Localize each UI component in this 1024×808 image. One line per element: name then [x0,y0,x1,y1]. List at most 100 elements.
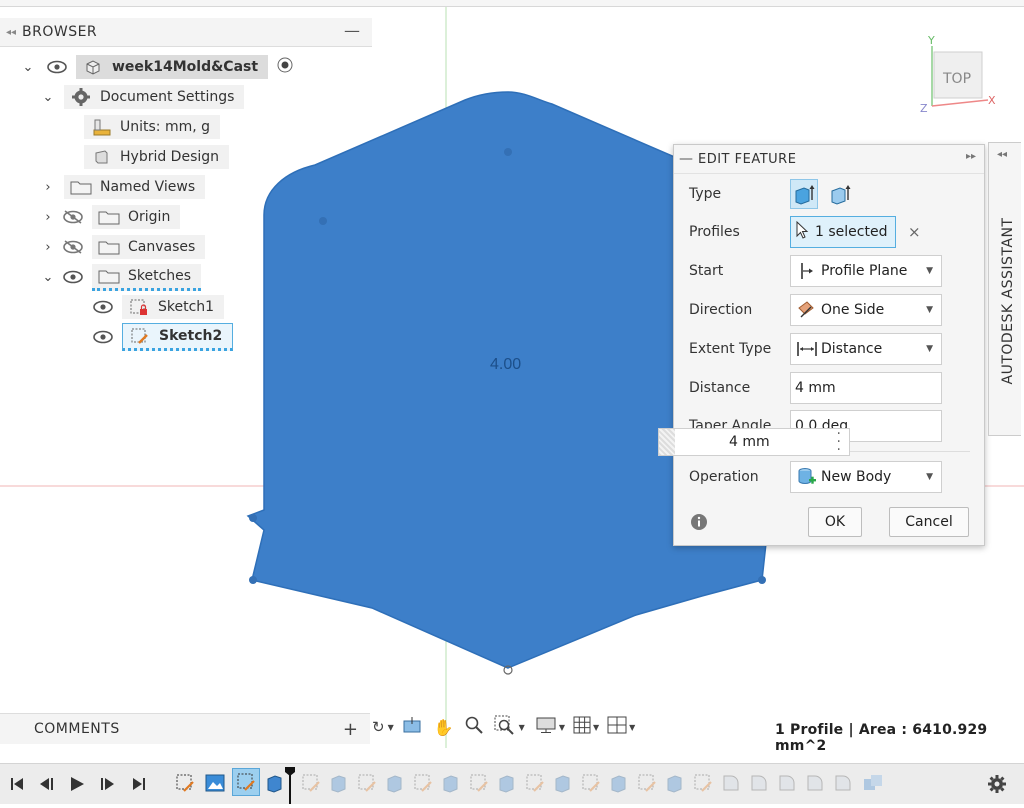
timeline-fillet-icon[interactable] [720,772,742,794]
timeline-sketch-icon[interactable] [580,772,602,794]
chevron-down-icon[interactable]: ⌄ [40,270,56,285]
profile-plane-icon [795,262,819,280]
view-cube[interactable]: TOP Y X Z [918,34,996,120]
timeline-sketch-icon[interactable] [356,772,378,794]
tree-item-sketch1[interactable]: Sketch1 [92,295,225,319]
eye-icon[interactable] [92,298,114,316]
timeline-extrude-icon[interactable] [264,772,286,794]
type-row: Type [674,177,984,211]
step-forward-icon[interactable] [96,772,118,796]
double-chevron-left-icon[interactable]: ◂◂ [997,149,1007,160]
info-icon[interactable] [690,513,708,535]
tree-item-units[interactable]: Units: mm, g [84,115,221,139]
extrude-solid-icon[interactable] [790,179,818,209]
profiles-selection[interactable]: 1 selected [790,216,896,248]
profiles-row: Profiles 1 selected × [674,215,984,249]
timeline-sketch-icon[interactable] [524,772,546,794]
pan-hand-icon[interactable]: ✋ [434,718,454,737]
tree-item-root[interactable]: ⌄ week14Mold&Cast [20,55,294,79]
timeline-canvas-icon[interactable] [204,772,226,794]
viewports-icon[interactable] [607,716,627,738]
tree-item-sketch2[interactable]: Sketch2 [92,323,234,351]
extent-type-select[interactable]: Distance ▼ [790,333,942,365]
eye-hidden-icon[interactable] [62,208,84,226]
chevron-down-icon[interactable]: ▼ [593,723,599,732]
add-comment-icon[interactable]: + [343,719,358,740]
tree-item-hybrid-design[interactable]: Hybrid Design [84,145,230,169]
timeline-sketch-icon[interactable] [412,772,434,794]
grid-icon[interactable] [573,716,591,738]
chevron-down-icon[interactable]: ▼ [629,723,635,732]
chevron-right-icon[interactable]: › [40,240,56,255]
timeline-extrude-icon[interactable] [440,772,462,794]
chevron-down-icon[interactable]: ⌄ [40,90,56,105]
timeline-extrude-icon[interactable] [608,772,630,794]
distance-manipulator-input[interactable]: 4 mm · · · [658,427,850,457]
cancel-button[interactable]: Cancel [889,507,969,537]
timeline-sketch-icon[interactable] [174,772,196,794]
minimize-icon[interactable]: — [674,151,698,167]
chevron-down-icon[interactable]: ▼ [388,723,394,732]
timeline-combine-icon[interactable] [862,772,884,794]
view-cube-top-label[interactable]: TOP [943,71,971,87]
display-settings-icon[interactable] [535,716,557,738]
timeline-fillet-icon[interactable] [804,772,826,794]
skip-to-start-icon[interactable] [6,772,28,796]
timeline-sketch-icon[interactable] [692,772,714,794]
timeline-extrude-icon[interactable] [328,772,350,794]
double-chevron-right-icon[interactable]: ▸▸ [966,151,976,162]
timeline-fillet-icon[interactable] [832,772,854,794]
direction-select[interactable]: One Side ▼ [790,294,942,326]
timeline-sketch-icon[interactable] [468,772,490,794]
chevron-right-icon[interactable]: › [40,180,56,195]
ok-button[interactable]: OK [808,507,862,537]
chevron-right-icon[interactable]: › [40,210,56,225]
chevron-down-icon[interactable]: ▼ [519,723,525,732]
clear-selection-icon[interactable]: × [908,223,921,241]
skip-to-end-icon[interactable] [128,772,150,796]
tree-item-named-views[interactable]: › Named Views [40,175,206,199]
browser-header[interactable]: ◂◂ BROWSER — [0,18,372,47]
double-chevron-left-icon[interactable]: ◂◂ [0,27,22,38]
chevron-down-icon[interactable]: ▼ [559,723,565,732]
tree-item-canvases[interactable]: › Canvases [40,235,206,259]
timeline-extrude-icon[interactable] [552,772,574,794]
timeline-sketch-active-icon[interactable] [232,768,260,796]
orbit-icon[interactable]: ↻ [372,718,385,736]
extrude-thin-icon[interactable] [826,179,854,209]
tree-item-label: Canvases [128,239,196,255]
play-icon[interactable] [66,772,88,796]
zoom-icon[interactable] [464,715,484,739]
chevron-down-icon[interactable]: ⌄ [20,60,36,75]
drag-grip-icon[interactable] [659,429,675,455]
autodesk-assistant-panel[interactable]: ◂◂ AUTODESK ASSISTANT [988,142,1021,436]
radio-active-icon[interactable] [276,56,294,78]
timeline-extrude-icon[interactable] [664,772,686,794]
more-options-icon[interactable]: · · · [837,427,841,457]
start-select[interactable]: Profile Plane ▼ [790,255,942,287]
timeline-sketch-icon[interactable] [300,772,322,794]
comments-panel[interactable]: COMMENTS + [0,713,370,744]
tree-item-origin[interactable]: › Origin [40,205,181,229]
eye-icon[interactable] [62,268,84,286]
tree-item-document-settings[interactable]: ⌄ Document Settings [40,85,245,109]
timeline-extrude-icon[interactable] [384,772,406,794]
distance-input[interactable]: 4 mm [790,372,942,404]
minimize-icon[interactable]: — [344,21,360,40]
step-back-icon[interactable] [36,772,58,796]
tree-item-sketches[interactable]: ⌄ Sketches [40,263,202,291]
timeline-fillet-icon[interactable] [776,772,798,794]
timeline-marker[interactable] [284,766,296,804]
gear-icon[interactable] [986,772,1008,796]
eye-icon[interactable] [92,328,114,346]
eye-hidden-icon[interactable] [62,238,84,256]
timeline-sketch-icon[interactable] [636,772,658,794]
look-at-icon[interactable] [402,716,422,738]
timeline-extrude-icon[interactable] [496,772,518,794]
dialog-header[interactable]: — EDIT FEATURE ▸▸ [674,145,984,174]
gear-icon [70,88,92,106]
timeline-fillet-icon[interactable] [748,772,770,794]
operation-select[interactable]: New Body ▼ [790,461,942,493]
eye-icon[interactable] [46,58,68,76]
zoom-window-icon[interactable] [494,715,516,739]
